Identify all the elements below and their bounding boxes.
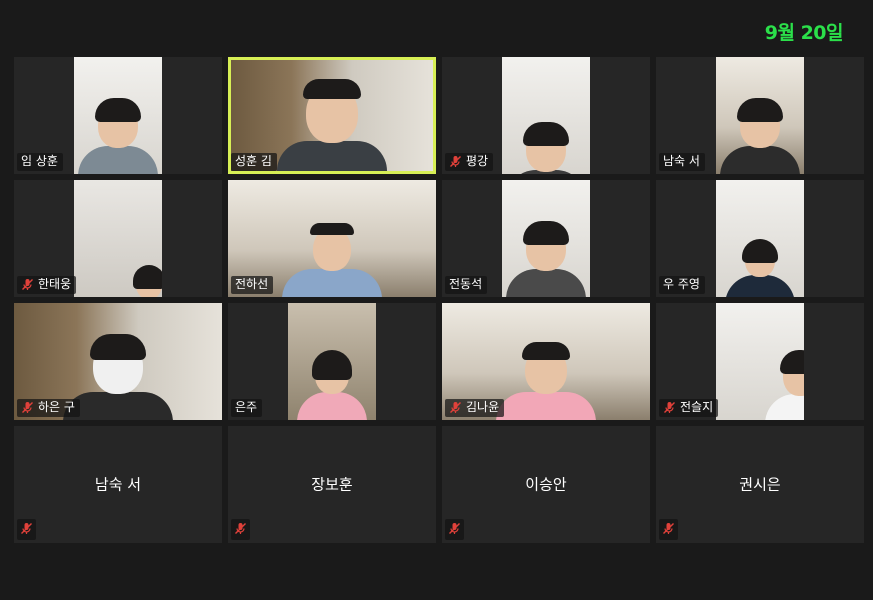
video-feed bbox=[716, 180, 804, 297]
participant-name: 남숙 서 bbox=[663, 154, 700, 168]
video-feed bbox=[716, 303, 804, 420]
mic-muted-icon bbox=[449, 155, 462, 168]
participant-name-label: 우 주영 bbox=[659, 276, 705, 294]
participant-tile-video-off[interactable]: 남숙 서 bbox=[14, 426, 222, 543]
participant-grid: 임 상훈 성훈 김 평강 남숙 서 한태웅 전하선 전동석 우 주영 하은 구 … bbox=[14, 57, 864, 543]
mic-muted-icon bbox=[17, 519, 36, 540]
participant-name-label: 전슬지 bbox=[659, 399, 719, 417]
participant-name: 임 상훈 bbox=[21, 154, 58, 168]
participant-tile[interactable]: 김나윤 bbox=[442, 303, 650, 420]
participant-tile[interactable]: 전슬지 bbox=[656, 303, 864, 420]
participant-name: 전슬지 bbox=[680, 400, 714, 414]
participant-name-label: 임 상훈 bbox=[17, 153, 63, 171]
person-figure bbox=[129, 265, 162, 297]
participant-tile-video-off[interactable]: 권시은 bbox=[656, 426, 864, 543]
participant-name-label: 전동석 bbox=[445, 276, 488, 294]
person-figure bbox=[277, 79, 387, 171]
person-figure bbox=[506, 221, 586, 297]
participant-name: 평강 bbox=[466, 154, 489, 168]
participant-tile[interactable]: 남숙 서 bbox=[656, 57, 864, 174]
person-figure bbox=[496, 342, 596, 420]
participant-tile[interactable]: 한태웅 bbox=[14, 180, 222, 297]
mic-muted-icon bbox=[21, 278, 34, 291]
participant-name-label: 한태웅 bbox=[17, 276, 77, 294]
participant-tile-active-speaker[interactable]: 성훈 김 bbox=[228, 57, 436, 174]
person-figure bbox=[725, 239, 795, 297]
mic-muted-icon bbox=[445, 519, 464, 540]
participant-name-label: 성훈 김 bbox=[231, 153, 277, 171]
participant-tile[interactable]: 평강 bbox=[442, 57, 650, 174]
participant-tile[interactable]: 우 주영 bbox=[656, 180, 864, 297]
participant-tile[interactable]: 전하선 bbox=[228, 180, 436, 297]
participant-name: 권시은 bbox=[739, 474, 781, 493]
participant-name: 하은 구 bbox=[38, 400, 75, 414]
person-figure bbox=[78, 98, 158, 174]
participant-name-label: 하은 구 bbox=[17, 399, 80, 417]
date-badge: 9월 20일 bbox=[764, 22, 844, 44]
participant-name-label: 은주 bbox=[231, 399, 263, 417]
participant-name: 전동석 bbox=[449, 277, 483, 291]
participant-name-label: 김나윤 bbox=[445, 399, 505, 417]
participant-name: 한태웅 bbox=[38, 277, 72, 291]
mic-muted-icon bbox=[231, 519, 250, 540]
participant-tile-video-off[interactable]: 장보훈 bbox=[228, 426, 436, 543]
video-feed bbox=[74, 57, 162, 174]
mic-muted-icon bbox=[449, 401, 462, 414]
participant-name-label: 전하선 bbox=[231, 276, 274, 294]
participant-name: 은주 bbox=[235, 400, 258, 414]
mic-muted-icon bbox=[21, 401, 34, 414]
video-feed bbox=[502, 57, 590, 174]
participant-name: 이승안 bbox=[525, 474, 567, 493]
participant-name: 성훈 김 bbox=[235, 154, 272, 168]
person-figure bbox=[506, 122, 586, 174]
participant-tile[interactable]: 하은 구 bbox=[14, 303, 222, 420]
participant-name: 김나윤 bbox=[466, 400, 500, 414]
participant-name: 장보훈 bbox=[311, 474, 353, 493]
person-figure bbox=[282, 223, 382, 297]
participant-tile[interactable]: 임 상훈 bbox=[14, 57, 222, 174]
participant-name-label: 남숙 서 bbox=[659, 153, 705, 171]
video-feed bbox=[502, 180, 590, 297]
video-feed bbox=[288, 303, 376, 420]
person-figure bbox=[720, 98, 800, 174]
participant-tile[interactable]: 전동석 bbox=[442, 180, 650, 297]
participant-name: 전하선 bbox=[235, 277, 269, 291]
person-figure bbox=[297, 350, 367, 420]
mic-muted-icon bbox=[663, 401, 676, 414]
participant-tile[interactable]: 은주 bbox=[228, 303, 436, 420]
mic-muted-icon bbox=[659, 519, 678, 540]
video-feed bbox=[74, 180, 162, 297]
participant-name: 남숙 서 bbox=[94, 474, 142, 493]
participant-name-label: 평강 bbox=[445, 153, 494, 171]
person-figure bbox=[764, 350, 804, 420]
participant-name: 우 주영 bbox=[663, 277, 700, 291]
video-feed bbox=[716, 57, 804, 174]
participant-tile-video-off[interactable]: 이승안 bbox=[442, 426, 650, 543]
